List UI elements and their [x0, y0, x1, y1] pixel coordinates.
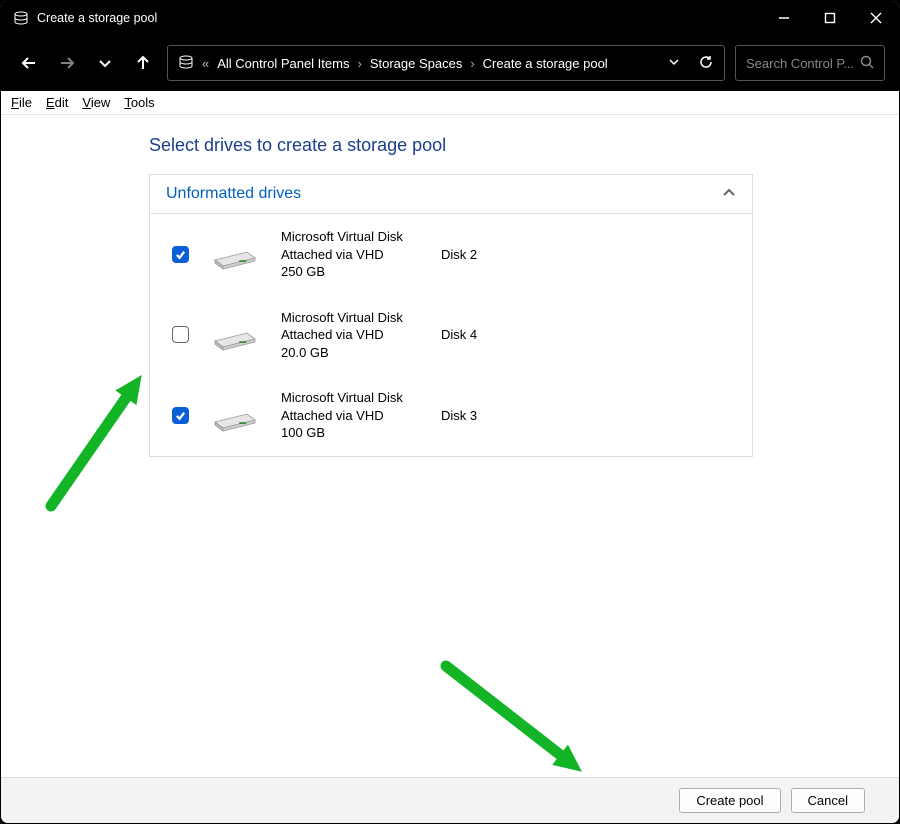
search-icon [860, 55, 874, 72]
drive-stack-icon [178, 54, 194, 73]
drive-stack-icon [13, 10, 29, 26]
drive-info: Microsoft Virtual Disk Attached via VHD … [281, 309, 441, 362]
disk-icon [211, 319, 259, 351]
nav-up-button[interactable] [129, 49, 157, 77]
chevron-right-icon: › [470, 56, 474, 71]
drive-name: Microsoft Virtual Disk [281, 228, 441, 246]
maximize-button[interactable] [807, 1, 853, 35]
menu-view[interactable]: View [82, 95, 110, 110]
drive-size: 20.0 GB [281, 344, 441, 362]
drive-checkbox[interactable] [172, 246, 189, 263]
drive-row[interactable]: Microsoft Virtual Disk Attached via VHD … [150, 295, 752, 376]
disk-label: Disk 2 [441, 247, 477, 262]
drive-row[interactable]: Microsoft Virtual Disk Attached via VHD … [150, 375, 752, 456]
breadcrumb-ellipsis: « [202, 56, 209, 71]
drive-row[interactable]: Microsoft Virtual Disk Attached via VHD … [150, 214, 752, 295]
drive-attached: Attached via VHD [281, 246, 441, 264]
menu-tools[interactable]: Tools [124, 95, 154, 110]
footer-bar: Create pool Cancel [1, 777, 899, 823]
close-button[interactable] [853, 1, 899, 35]
breadcrumb-item-1[interactable]: Storage Spaces [370, 56, 463, 71]
nav-recent-dropdown[interactable] [91, 49, 119, 77]
drive-name: Microsoft Virtual Disk [281, 389, 441, 407]
addressbar: « All Control Panel Items › Storage Spac… [1, 35, 899, 91]
drives-panel-title: Unformatted drives [166, 185, 301, 203]
refresh-button[interactable] [698, 54, 714, 73]
window-title: Create a storage pool [37, 11, 761, 25]
minimize-button[interactable] [761, 1, 807, 35]
nav-back-button[interactable] [15, 49, 43, 77]
drive-size: 100 GB [281, 424, 441, 442]
drive-checkbox[interactable] [172, 326, 189, 343]
drives-panel: Unformatted drives Microsoft Virtual Dis… [149, 174, 753, 457]
cancel-button[interactable]: Cancel [791, 788, 865, 813]
content-area: Select drives to create a storage pool U… [1, 115, 899, 777]
drive-checkbox[interactable] [172, 407, 189, 424]
breadcrumb-bar[interactable]: « All Control Panel Items › Storage Spac… [167, 45, 725, 81]
drive-name: Microsoft Virtual Disk [281, 309, 441, 327]
breadcrumb-item-2[interactable]: Create a storage pool [483, 56, 608, 71]
breadcrumb-item-0[interactable]: All Control Panel Items [217, 56, 349, 71]
create-pool-button[interactable]: Create pool [679, 788, 780, 813]
drive-attached: Attached via VHD [281, 326, 441, 344]
drives-panel-header[interactable]: Unformatted drives [150, 175, 752, 214]
menubar: File Edit View Tools [1, 91, 899, 115]
chevron-right-icon: › [357, 56, 361, 71]
drive-info: Microsoft Virtual Disk Attached via VHD … [281, 389, 441, 442]
nav-forward-button[interactable] [53, 49, 81, 77]
titlebar: Create a storage pool [1, 1, 899, 35]
search-placeholder: Search Control P... [746, 56, 860, 71]
chevron-up-icon [722, 186, 736, 203]
disk-label: Disk 3 [441, 408, 477, 423]
disk-label: Disk 4 [441, 327, 477, 342]
window-root: Create a storage pool « All Control Pane… [0, 0, 900, 824]
disk-icon [211, 238, 259, 270]
drive-attached: Attached via VHD [281, 407, 441, 425]
search-input[interactable]: Search Control P... [735, 45, 885, 81]
drive-size: 250 GB [281, 263, 441, 281]
menu-edit[interactable]: Edit [46, 95, 68, 110]
drives-list: Microsoft Virtual Disk Attached via VHD … [150, 214, 752, 456]
drive-info: Microsoft Virtual Disk Attached via VHD … [281, 228, 441, 281]
page-heading: Select drives to create a storage pool [149, 135, 829, 156]
disk-icon [211, 400, 259, 432]
menu-file[interactable]: File [11, 95, 32, 110]
breadcrumb-dropdown-icon[interactable] [668, 56, 680, 71]
